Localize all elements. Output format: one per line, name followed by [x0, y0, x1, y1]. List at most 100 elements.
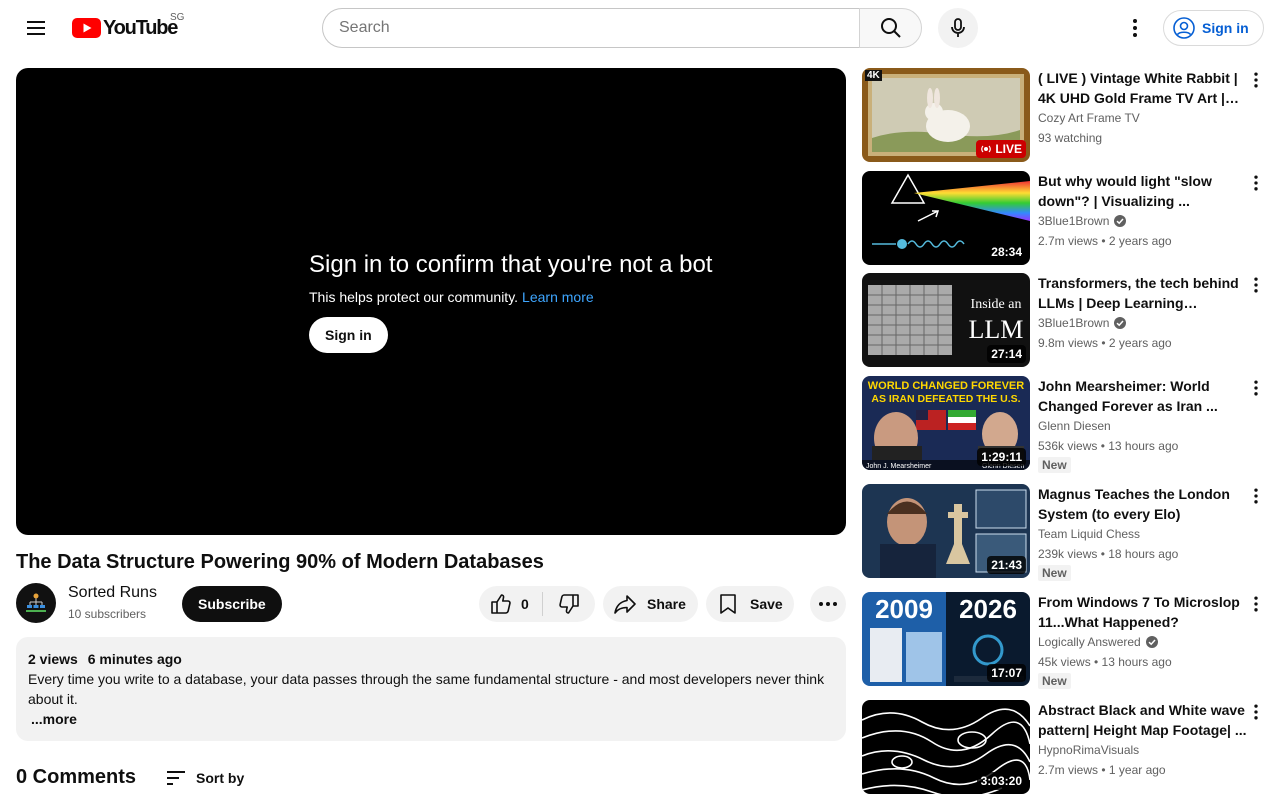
video-thumbnail[interactable]: 28:34	[862, 171, 1030, 265]
video-thumbnail[interactable]: 3:03:20	[862, 700, 1030, 794]
thumbnail-text: AS IRAN DEFEATED THE U.S.	[871, 393, 1020, 405]
thumbnail-text: 2026	[959, 594, 1017, 624]
recommended-channel[interactable]: HypnoRimaVisuals	[1038, 741, 1248, 759]
recommended-video-title[interactable]: John Mearsheimer: World Changed Forever …	[1038, 376, 1248, 416]
sort-comments-button[interactable]: Sort by	[164, 766, 244, 790]
thumbnail-text: WORLD CHANGED FOREVER	[868, 380, 1025, 392]
video-player[interactable]: Sign in to confirm that you're not a bot…	[16, 68, 846, 535]
recommended-channel[interactable]: 3Blue1Brown	[1038, 314, 1248, 332]
more-vertical-icon	[1254, 277, 1258, 293]
thumbnail-caption: John J. Mearsheimer	[866, 463, 932, 470]
live-badge: LIVE	[976, 140, 1026, 158]
recommended-channel[interactable]: Glenn Diesen	[1038, 417, 1248, 435]
recommended-video-title[interactable]: But why would light "slow down"? | Visua…	[1038, 171, 1248, 211]
subscribe-button[interactable]: Subscribe	[182, 586, 282, 622]
voice-search-button[interactable]	[938, 8, 978, 48]
like-dislike-group: 0	[479, 586, 595, 622]
description-text: Every time you write to a database, your…	[28, 671, 825, 707]
channel-label: Glenn Diesen	[1038, 419, 1111, 433]
account-icon	[1173, 17, 1195, 39]
recommended-video-title[interactable]: Magnus Teaches the London System (to eve…	[1038, 484, 1248, 524]
channel-label: Team Liquid Chess	[1038, 527, 1141, 541]
recommended-video-menu[interactable]	[1246, 376, 1266, 400]
more-vertical-icon	[1133, 19, 1137, 37]
recommended-video[interactable]: 21:43 Magnus Teaches the London System (t…	[862, 484, 1272, 581]
more-vertical-icon	[1254, 596, 1258, 612]
recommended-video-menu[interactable]	[1246, 484, 1266, 508]
thumbnail-text: Inside an	[971, 297, 1022, 312]
quality-badge: 4K	[865, 70, 882, 81]
search-input[interactable]	[339, 19, 843, 37]
recommended-video-menu[interactable]	[1246, 700, 1266, 724]
recommended-channel[interactable]: Logically Answered	[1038, 633, 1248, 651]
recommended-channel[interactable]: Cozy Art Frame TV	[1038, 109, 1248, 127]
recommended-video-title[interactable]: Transformers, the tech behind LLMs | Dee…	[1038, 273, 1248, 313]
sign-in-label: Sign in	[1202, 20, 1249, 36]
recommended-video[interactable]: 4K LIVE ( LIVE ) Vintage White Rabbit | 4K…	[862, 68, 1272, 162]
thumbnail-text: 2009	[875, 594, 933, 624]
show-more-button[interactable]: ...more	[31, 709, 834, 729]
bot-check-subtitle: This helps protect our community. Learn m…	[309, 288, 712, 306]
video-info: John Mearsheimer: World Changed Forever …	[1038, 376, 1248, 474]
logo-text: YouTube	[103, 16, 178, 39]
video-info: Transformers, the tech behind LLMs | Dee…	[1038, 273, 1248, 352]
recommended-video[interactable]: WORLD CHANGED FOREVER AS IRAN DEFEATED TH…	[862, 376, 1272, 473]
upload-time: 6 minutes ago	[87, 651, 182, 667]
video-stats: 9.8m views • 2 years ago	[1038, 336, 1172, 350]
player-sign-in-button[interactable]: Sign in	[309, 317, 388, 353]
video-info: From Windows 7 To Microslop 11...What Ha…	[1038, 592, 1248, 690]
video-thumbnail[interactable]: 4K LIVE	[862, 68, 1030, 162]
recommended-video-title[interactable]: Abstract Black and White wave pattern| H…	[1038, 700, 1248, 740]
new-badge: New	[1038, 673, 1071, 689]
recommended-video[interactable]: 3:03:20 Abstract Black and White wave pat…	[862, 700, 1272, 794]
comments-count: 0 Comments	[16, 766, 137, 788]
like-button[interactable]: 0	[479, 592, 543, 616]
video-stats: 2.7m views • 2 years ago	[1038, 234, 1172, 248]
more-vertical-icon	[1254, 72, 1258, 88]
masthead: YouTube SG Sign in	[0, 0, 1280, 56]
video-thumbnail[interactable]: Inside an LLM 27:14	[862, 273, 1030, 367]
recommended-video[interactable]: 2009 2026 17:07 From Windows 7 To Microslop…	[862, 592, 1272, 689]
description-box[interactable]: 2 views 6 minutes ago Every time you wri…	[16, 637, 846, 741]
video-info: Abstract Black and White wave pattern| H…	[1038, 700, 1248, 779]
dislike-button[interactable]	[543, 592, 595, 616]
recommended-video-title[interactable]: ( LIVE ) Vintage White Rabbit | 4K UHD G…	[1038, 68, 1248, 108]
youtube-logo[interactable]: YouTube	[72, 16, 178, 40]
recommended-video[interactable]: 28:34 But why would light "slow down"? | …	[862, 171, 1272, 265]
video-thumbnail[interactable]: 2009 2026 17:07	[862, 592, 1030, 686]
thumbs-down-icon	[559, 594, 579, 614]
thumbs-up-icon	[491, 594, 511, 614]
video-info: Magnus Teaches the London System (to eve…	[1038, 484, 1248, 582]
new-badge: New	[1038, 457, 1071, 473]
menu-button[interactable]	[16, 8, 56, 48]
search-box	[322, 8, 859, 48]
share-button[interactable]: Share	[603, 586, 698, 622]
more-actions-button[interactable]	[810, 586, 846, 622]
save-button[interactable]: Save	[706, 586, 794, 622]
channel-label: HypnoRimaVisuals	[1038, 743, 1140, 757]
video-duration: 3:03:20	[976, 772, 1026, 790]
bot-check-title: Sign in to confirm that you're not a bot	[309, 251, 713, 278]
learn-more-link[interactable]: Learn more	[522, 289, 594, 305]
recommended-video-menu[interactable]	[1246, 171, 1266, 195]
recommended-video-title[interactable]: From Windows 7 To Microslop 11...What Ha…	[1038, 592, 1248, 632]
search-button[interactable]	[859, 8, 922, 48]
channel-label: 3Blue1Brown	[1038, 316, 1110, 330]
recommended-channel[interactable]: 3Blue1Brown	[1038, 212, 1248, 230]
video-thumbnail[interactable]: WORLD CHANGED FOREVER AS IRAN DEFEATED TH…	[862, 376, 1030, 470]
recommended-channel[interactable]: Team Liquid Chess	[1038, 525, 1248, 543]
settings-menu-button[interactable]	[1115, 8, 1155, 48]
view-info: 2 views 6 minutes ago	[28, 649, 834, 669]
recommended-video-menu[interactable]	[1246, 592, 1266, 616]
channel-avatar[interactable]	[16, 583, 56, 623]
channel-name[interactable]: Sorted Runs	[68, 584, 157, 602]
more-vertical-icon	[1254, 380, 1258, 396]
video-duration: 28:34	[987, 243, 1026, 261]
more-vertical-icon	[1254, 704, 1258, 720]
video-thumbnail[interactable]: 21:43	[862, 484, 1030, 578]
recommended-video-menu[interactable]	[1246, 273, 1266, 297]
recommended-video-menu[interactable]	[1246, 68, 1266, 92]
sign-in-button[interactable]: Sign in	[1163, 10, 1264, 46]
video-info: ( LIVE ) Vintage White Rabbit | 4K UHD G…	[1038, 68, 1248, 147]
recommended-video[interactable]: Inside an LLM 27:14 Transformers, the tech …	[862, 273, 1272, 367]
